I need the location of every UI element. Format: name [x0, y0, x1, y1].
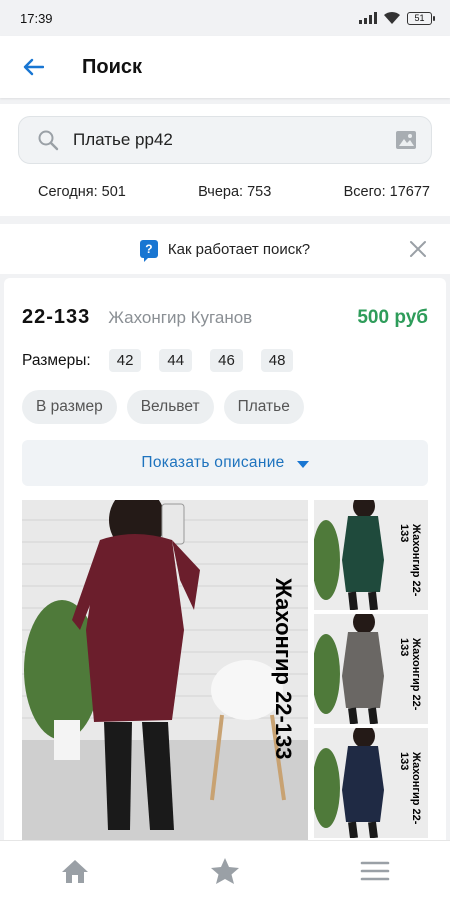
status-time: 17:39 — [20, 10, 53, 26]
menu-icon — [360, 861, 390, 880]
thumb-caption: Жахонгир 22-133 — [398, 638, 422, 711]
back-button[interactable] — [20, 54, 46, 80]
nav-favorites[interactable] — [195, 841, 255, 900]
size-chip: 48 — [260, 349, 294, 372]
product-photo-main[interactable]: Жахонгир 22-133 — [22, 500, 308, 840]
signal-icon — [359, 12, 377, 24]
photo-gallery: Жахонгир 22-133 Жахонгир 22-133 Жахонгир… — [22, 500, 428, 840]
stat-total: Всего: 17677 — [343, 184, 430, 200]
product-card: 22-133 Жахонгир Куганов 500 руб Размеры:… — [4, 278, 446, 848]
question-glyph: ? — [145, 242, 153, 256]
page-title: Поиск — [82, 55, 143, 78]
thumb-caption: Жахонгир 22-133 — [398, 752, 422, 825]
stat-yesterday: Вчера: 753 — [198, 184, 272, 200]
question-icon: ? — [139, 240, 158, 262]
tag-chip[interactable]: Вельвет — [126, 390, 214, 424]
tag-chip[interactable]: Платье — [223, 390, 304, 424]
battery-level: 51 — [414, 12, 425, 23]
sizes-label: Размеры: — [22, 351, 91, 369]
search-icon — [38, 130, 59, 151]
show-description-label: Показать описание — [141, 454, 285, 471]
product-header: 22-133 Жахонгир Куганов 500 руб — [22, 306, 428, 329]
size-chip: 44 — [159, 349, 193, 372]
photo-caption: Жахонгир 22-133 — [271, 578, 296, 760]
battery-icon: 51 — [407, 11, 435, 25]
help-text[interactable]: Как работает поиск? — [168, 241, 310, 258]
app-header: Поиск — [0, 36, 450, 98]
product-price: 500 руб — [357, 307, 428, 328]
sizes-row: Размеры: 42 44 46 48 — [22, 349, 428, 372]
seller-name[interactable]: Жахонгир Куганов — [108, 308, 357, 328]
search-panel: Платье рр42 Сегодня: 501 Вчера: 753 Всег… — [0, 104, 450, 216]
bottom-navigation — [0, 840, 450, 900]
size-chip: 42 — [108, 349, 142, 372]
search-input[interactable]: Платье рр42 — [18, 116, 432, 164]
thumb-caption: Жахонгир 22-133 — [398, 524, 422, 597]
product-thumbnail[interactable]: Жахонгир 22-133 — [314, 500, 428, 610]
stats-row: Сегодня: 501 Вчера: 753 Всего: 17677 — [18, 184, 432, 200]
home-icon — [62, 859, 88, 883]
dress-photo-main — [22, 500, 308, 840]
arrow-left-icon — [23, 58, 44, 76]
wifi-icon — [384, 11, 400, 24]
search-value[interactable]: Платье рр42 — [73, 130, 395, 150]
tag-list: В размер Вельвет Платье — [22, 390, 428, 424]
star-icon — [211, 857, 239, 884]
product-thumbnail[interactable]: Жахонгир 22-133 — [314, 614, 428, 724]
image-icon[interactable] — [395, 130, 417, 150]
status-bar: 17:39 51 — [0, 0, 450, 36]
nav-home[interactable] — [45, 841, 105, 900]
photo-thumbnails: Жахонгир 22-133 Жахонгир 22-133 Жахонгир… — [314, 500, 428, 840]
show-description-button[interactable]: Показать описание — [22, 440, 428, 486]
size-chip: 46 — [210, 349, 243, 372]
close-icon[interactable] — [408, 239, 428, 259]
caret-down-icon — [296, 460, 309, 468]
tag-chip[interactable]: В размер — [22, 390, 117, 424]
status-icons: 51 — [359, 11, 435, 25]
product-article: 22-133 — [22, 306, 91, 328]
stat-today: Сегодня: 501 — [38, 184, 126, 200]
help-banner[interactable]: ? Как работает поиск? — [0, 224, 450, 274]
nav-menu[interactable] — [345, 841, 405, 900]
product-thumbnail[interactable]: Жахонгир 22-133 — [314, 728, 428, 838]
